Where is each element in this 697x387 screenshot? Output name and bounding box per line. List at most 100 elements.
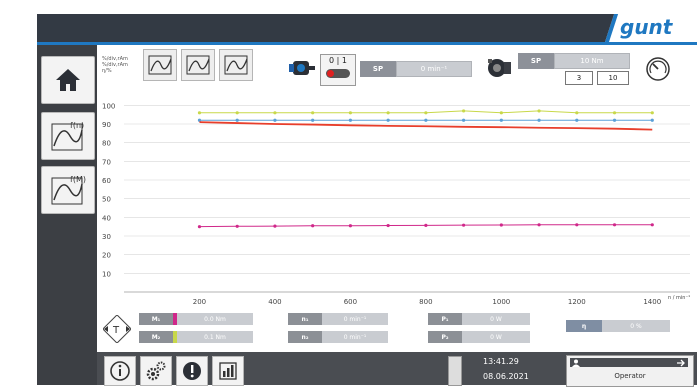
alarm-button[interactable] (176, 356, 208, 386)
chart-icon (186, 55, 210, 75)
data-point (273, 224, 277, 228)
y-tick-label: 70 (102, 158, 111, 166)
measurement-value: 0 W (462, 313, 530, 325)
data-point (612, 111, 617, 115)
chart-view-button-3[interactable] (219, 49, 253, 81)
data-point (462, 223, 466, 227)
chart-icon (148, 55, 172, 75)
time-display: 13:41.29 (483, 357, 519, 366)
x-axis-unit: n / min⁻¹ (668, 295, 690, 301)
data-point (499, 223, 503, 227)
chart-label: f(M) (70, 175, 86, 184)
x-tick-label: 1000 (492, 298, 510, 306)
motor-icon (287, 56, 317, 80)
alert-icon (183, 362, 201, 380)
measurement-label: η (566, 320, 602, 332)
measurement-label: P₁ (428, 313, 462, 325)
usb-status-icon (448, 356, 462, 386)
x-tick-label: 800 (419, 298, 432, 306)
chart-label: f(n) (70, 121, 84, 130)
chart-view-button-1[interactable] (143, 49, 177, 81)
data-point (612, 118, 617, 122)
home-button[interactable] (41, 56, 95, 104)
data-point (650, 223, 654, 227)
data-point (386, 111, 390, 115)
axis-legend-item: η/% (102, 68, 112, 74)
data-point (537, 223, 541, 227)
x-tick-label: 600 (344, 298, 357, 306)
data-point (386, 223, 390, 228)
sidebar-item-chart-f-n[interactable]: f(n) (41, 112, 95, 160)
data-point (499, 111, 503, 115)
y-tick-label: 20 (102, 252, 111, 260)
report-button[interactable] (212, 356, 244, 386)
transmission-icon: T (102, 314, 132, 344)
measurement-value: 0 % (602, 320, 670, 332)
series-line (199, 121, 653, 131)
data-point (311, 111, 315, 115)
measurement-value: 0.0 Nm (177, 313, 253, 325)
data-point (197, 225, 202, 229)
setpoint-step-field[interactable]: 3 (565, 71, 593, 85)
y-tick-label: 10 (102, 270, 111, 278)
settings-button[interactable] (140, 356, 172, 386)
info-icon (110, 361, 130, 381)
y-tick-label: 40 (102, 214, 111, 222)
data-point (311, 224, 315, 228)
data-point (424, 111, 428, 115)
y-tick-label: 50 (102, 196, 111, 204)
speedometer-button[interactable] (645, 56, 671, 82)
efficiency-chart: 100 90 80 70 60 50 40 30 20 10 200 400 600 800 1000 12… (102, 102, 690, 306)
gears-icon (146, 361, 166, 381)
setpoint-label: SP (518, 53, 554, 69)
user-icon (572, 359, 580, 367)
chart-function-icon: f(M) (51, 175, 86, 205)
user-panel-header (570, 358, 688, 367)
measurement-value: 0 min⁻¹ (322, 331, 388, 343)
data-point (575, 118, 579, 122)
data-point (499, 118, 503, 122)
data-point (462, 109, 466, 113)
data-point (235, 111, 239, 115)
measurement-label: M₁ (139, 313, 173, 325)
home-icon (56, 69, 80, 91)
data-point (273, 118, 277, 122)
data-point (650, 111, 654, 115)
torque-transmission-button[interactable]: T (102, 314, 132, 344)
y-tick-label: 30 (102, 233, 111, 241)
data-point (537, 109, 541, 113)
data-point (424, 118, 428, 122)
top-bar (37, 14, 697, 42)
measurement-value: 0 min⁻¹ (322, 313, 388, 325)
data-point (235, 224, 239, 228)
chart-view-button-2[interactable] (181, 49, 215, 81)
data-point (537, 118, 541, 122)
y-tick-label: 60 (102, 177, 111, 185)
measurement-value: 0.1 Nm (177, 331, 253, 343)
axis-legend: %/div,rAm %/div,rAm η/% (102, 56, 142, 74)
info-button[interactable] (104, 356, 136, 386)
user-name: Operator (614, 372, 646, 380)
switch-toggle (326, 69, 350, 78)
data-point (424, 223, 428, 227)
data-point (348, 224, 352, 228)
data-point (575, 111, 579, 115)
setpoint-label: SP (360, 61, 396, 77)
user-panel[interactable]: Operator (566, 355, 694, 387)
measurement-label: P₂ (428, 331, 462, 343)
sidebar-item-chart-f-m[interactable]: f(M) (41, 166, 95, 214)
data-point (575, 223, 579, 227)
y-tick-label: 100 (102, 102, 115, 110)
torque-setpoint-field[interactable]: 10 Nm (554, 53, 630, 69)
data-point (386, 118, 390, 122)
setpoint-max-field[interactable]: 10 (597, 71, 629, 85)
brake-icon (484, 53, 514, 83)
data-point (311, 118, 315, 122)
data-point (273, 111, 277, 115)
chart-function-icon: f(n) (51, 121, 84, 151)
data-point (348, 111, 352, 115)
logo: gunt (620, 15, 673, 39)
motor-switch[interactable]: 0 | 1 (320, 54, 356, 86)
speed-setpoint-field[interactable]: 0 min⁻¹ (396, 61, 472, 77)
speedometer-icon (646, 57, 670, 81)
